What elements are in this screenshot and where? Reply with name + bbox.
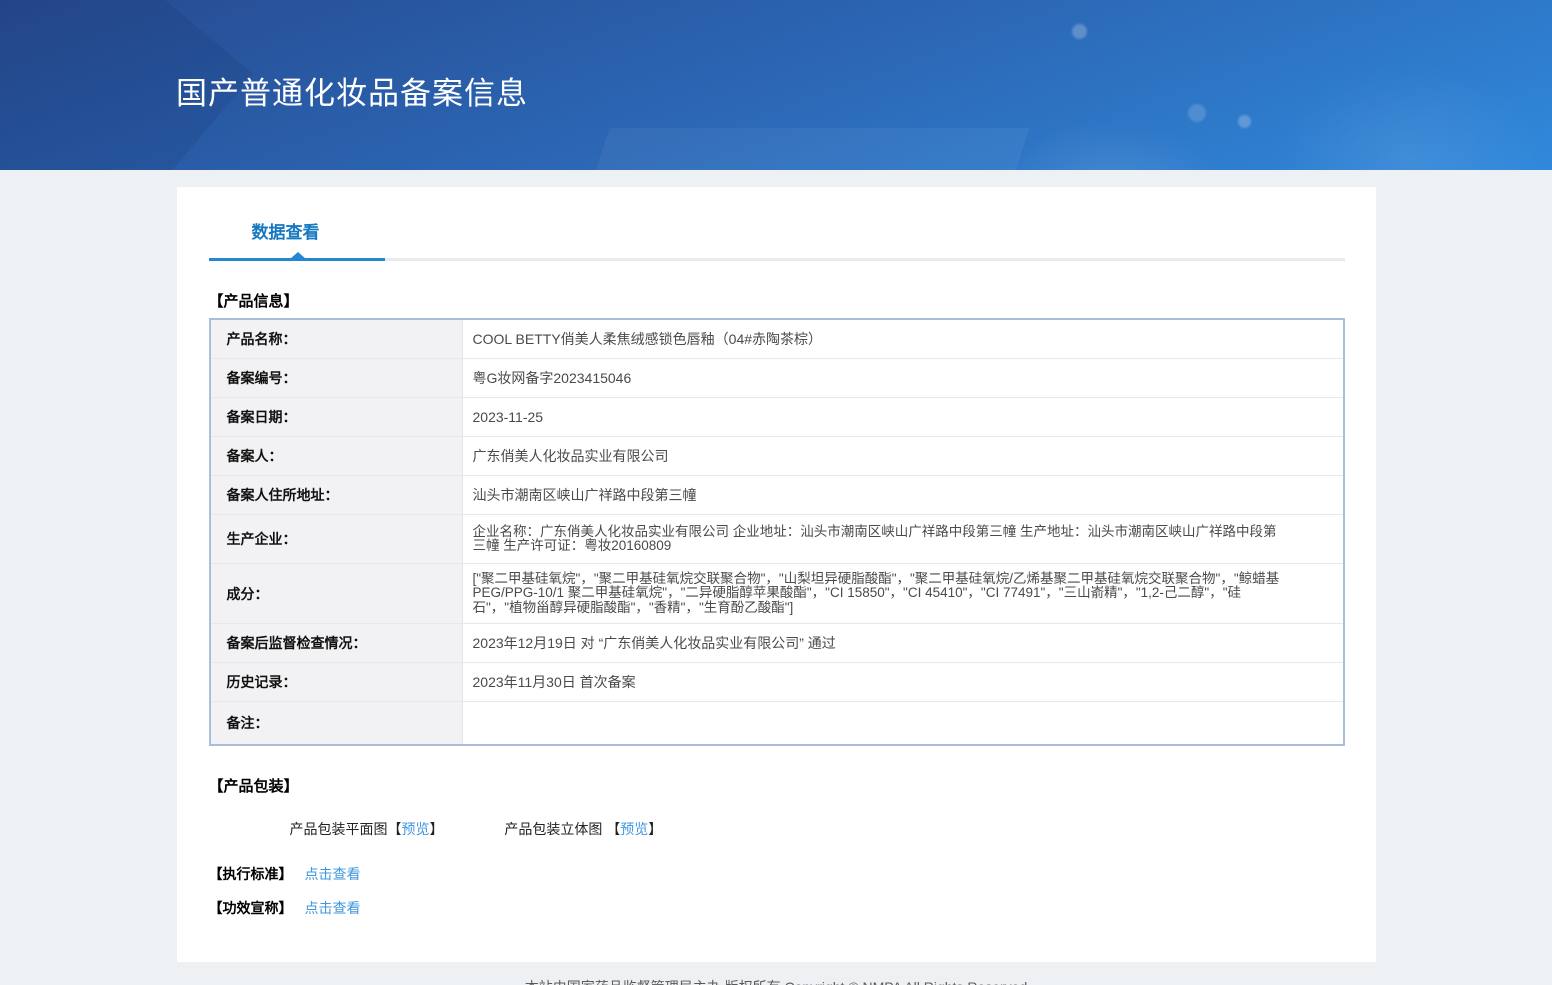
executive-standard-row: 【执行标准】点击查看: [209, 864, 1345, 884]
efficacy-claim-row: 【功效宣称】点击查看: [209, 898, 1345, 918]
row-label: 备案后监督检查情况：: [211, 624, 463, 662]
section-title-product-info: 【产品信息】: [209, 290, 1345, 311]
efficacy-claim-view-link[interactable]: 点击查看: [305, 900, 361, 916]
bracket-open: 【: [388, 821, 402, 837]
info-row-product-name: 产品名称： COOL BETTY俏美人柔焦绒感锁色唇釉（04#赤陶茶棕）: [211, 320, 1343, 359]
row-label: 产品名称：: [211, 320, 463, 358]
row-label: 历史记录：: [211, 663, 463, 701]
bracket-close: 】: [430, 821, 444, 837]
tab-bar: 数据查看: [209, 218, 1345, 261]
content-card: 数据查看 【产品信息】 产品名称： COOL BETTY俏美人柔焦绒感锁色唇釉（…: [177, 187, 1376, 962]
row-label: 备注：: [211, 702, 463, 744]
tab-caret-icon: [290, 252, 306, 259]
header-decoration-dot: [1072, 24, 1087, 39]
info-row-registration-number: 备案编号： 粤G妆网备字2023415046: [211, 359, 1343, 398]
info-row-supervision-check: 备案后监督检查情况： 2023年12月19日 对 “广东俏美人化妆品实业有限公司…: [211, 624, 1343, 663]
row-value: COOL BETTY俏美人柔焦绒感锁色唇釉（04#赤陶茶棕）: [463, 320, 1343, 358]
footer-copyright: 本站由国家药品监督管理局主办 版权所有 Copyright © NMPA All…: [0, 977, 1552, 985]
row-value: 2023年11月30日 首次备案: [463, 663, 1343, 701]
packaging-flat-label: 产品包装平面图: [290, 821, 388, 837]
section-title-packaging: 【产品包装】: [209, 775, 1345, 796]
row-value: ["聚二甲基硅氧烷"，"聚二甲基硅氧烷交联聚合物"，"山梨坦异硬脂酸酯"，"聚二…: [463, 564, 1343, 623]
row-value: 2023-11-25: [463, 398, 1343, 436]
bracket-open: 【: [606, 821, 620, 837]
info-row-remarks: 备注：: [211, 702, 1343, 744]
info-row-history: 历史记录： 2023年11月30日 首次备案: [211, 663, 1343, 702]
row-value: 粤G妆网备字2023415046: [463, 359, 1343, 397]
efficacy-claim-title: 【功效宣称】: [209, 900, 293, 916]
executive-standard-view-link[interactable]: 点击查看: [305, 866, 361, 882]
row-value: 汕头市潮南区峡山广祥路中段第三幢: [463, 476, 1343, 514]
info-row-manufacturer: 生产企业： 企业名称：广东俏美人化妆品实业有限公司 企业地址：汕头市潮南区峡山广…: [211, 515, 1343, 564]
packaging-stereo-label: 产品包装立体图: [504, 821, 606, 837]
header-decoration-band: [571, 128, 1030, 170]
tab-underline-track: [209, 258, 1345, 261]
packaging-stereo-item: 产品包装立体图 【预览】: [504, 819, 662, 839]
packaging-flat-preview-link[interactable]: 预览: [402, 821, 430, 837]
info-row-registration-date: 备案日期： 2023-11-25: [211, 398, 1343, 437]
row-label: 备案编号：: [211, 359, 463, 397]
header-decoration-glow: [1230, 30, 1552, 170]
row-label: 备案日期：: [211, 398, 463, 436]
page-title: 国产普通化妆品备案信息: [176, 68, 528, 113]
row-value: 广东俏美人化妆品实业有限公司: [463, 437, 1343, 475]
packaging-flat-item: 产品包装平面图【预览】: [290, 819, 444, 839]
packaging-stereo-preview-link[interactable]: 预览: [620, 821, 648, 837]
info-row-registrant: 备案人： 广东俏美人化妆品实业有限公司: [211, 437, 1343, 476]
row-value: 企业名称：广东俏美人化妆品实业有限公司 企业地址：汕头市潮南区峡山广祥路中段第三…: [463, 515, 1343, 563]
row-label: 生产企业：: [211, 515, 463, 563]
header-decoration-dot: [1188, 104, 1206, 122]
page-header: 国产普通化妆品备案信息: [0, 0, 1552, 170]
info-row-ingredients: 成分： ["聚二甲基硅氧烷"，"聚二甲基硅氧烷交联聚合物"，"山梨坦异硬脂酸酯"…: [211, 564, 1343, 624]
packaging-links-row: 产品包装平面图【预览】 产品包装立体图 【预览】: [290, 819, 1345, 839]
executive-standard-title: 【执行标准】: [209, 866, 293, 882]
header-decoration-dot: [1238, 115, 1251, 128]
row-label: 备案人住所地址：: [211, 476, 463, 514]
row-value: 2023年12月19日 对 “广东俏美人化妆品实业有限公司” 通过: [463, 624, 1343, 662]
product-info-table: 产品名称： COOL BETTY俏美人柔焦绒感锁色唇釉（04#赤陶茶棕） 备案编…: [209, 318, 1345, 746]
bracket-close: 】: [648, 821, 662, 837]
tab-data-view[interactable]: 数据查看: [252, 218, 320, 258]
row-value: [463, 702, 1343, 744]
row-label: 备案人：: [211, 437, 463, 475]
header-decoration-glow: [960, 100, 1260, 170]
info-row-registrant-address: 备案人住所地址： 汕头市潮南区峡山广祥路中段第三幢: [211, 476, 1343, 515]
row-label: 成分：: [211, 564, 463, 623]
